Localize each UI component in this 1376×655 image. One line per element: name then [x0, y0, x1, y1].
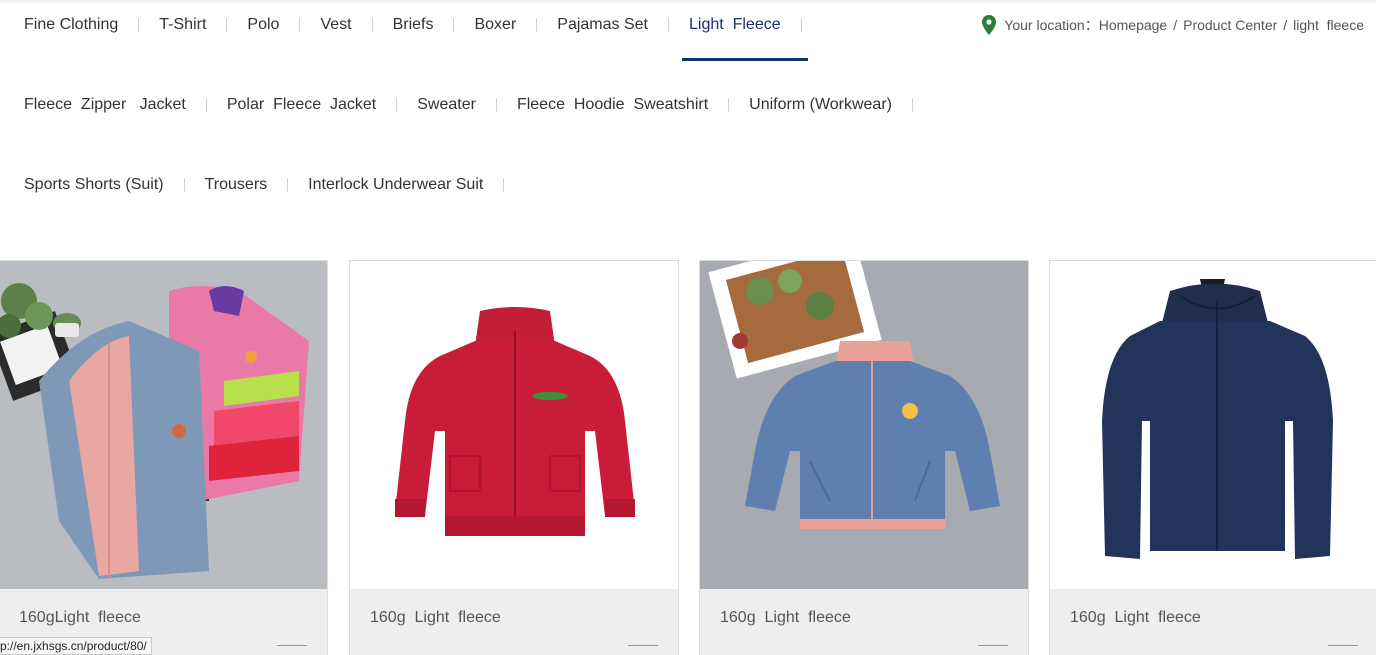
divider [495, 98, 497, 112]
product-caption: 160g Light fleece [350, 589, 678, 655]
divider [453, 18, 455, 32]
category-briefs[interactable]: Briefs [393, 16, 475, 34]
breadcrumb-product-center[interactable]: Product Center [1183, 17, 1277, 33]
product-title: 160g Light fleece [1070, 609, 1201, 626]
product-title: 160g Light fleece [720, 609, 851, 626]
category-uniform-workwear[interactable]: Uniform (Workwear) [749, 96, 933, 114]
divider [287, 178, 289, 192]
breadcrumb: Your location： Homepage / Product Center… [982, 14, 1364, 36]
product-title: 160g Light fleece [370, 609, 501, 626]
category-label: Trousers [204, 176, 268, 193]
category-boxer[interactable]: Boxer [474, 16, 557, 34]
product-card[interactable]: 160gLight fleece [0, 260, 328, 655]
category-vest[interactable]: Vest [320, 16, 392, 34]
breadcrumb-separator: / [1173, 17, 1178, 33]
product-card[interactable]: 160g Light fleece [349, 260, 679, 655]
divider [396, 98, 398, 112]
more-dash [978, 645, 1008, 646]
category-label: T-Shirt [159, 16, 207, 33]
divider [371, 18, 373, 32]
divider [911, 98, 913, 112]
category-nav-row-3: Sports Shorts (Suit) Trousers Interlock … [0, 170, 960, 200]
category-polo[interactable]: Polo [247, 16, 320, 34]
product-image-blue-fleece-jacket [700, 261, 1028, 589]
category-polar-fleece-jacket[interactable]: Polar Fleece Jacket [227, 96, 417, 114]
divider [205, 98, 207, 112]
category-pajamas-set[interactable]: Pajamas Set [557, 16, 689, 34]
category-fleece-hoodie-sweatshirt[interactable]: Fleece Hoodie Sweatshirt [517, 96, 749, 114]
category-trousers[interactable]: Trousers [205, 176, 309, 194]
divider [299, 18, 301, 32]
product-card[interactable]: 160g Light fleece [699, 260, 1029, 655]
category-label: Boxer [474, 16, 517, 33]
location-pin-icon [982, 15, 997, 35]
category-label: Polo [247, 16, 280, 33]
category-label: Sports Shorts (Suit) [24, 176, 164, 193]
breadcrumb-label: Your location： [1004, 17, 1099, 33]
divider [800, 18, 802, 32]
divider [138, 18, 140, 32]
category-fine-clothing[interactable]: Fine Clothing [24, 16, 159, 34]
category-label: Briefs [392, 16, 434, 33]
product-image-red-fleece-jacket [350, 261, 678, 589]
category-nav-row-2: Fleece Zipper Jacket Polar Fleece Jacket… [0, 90, 960, 120]
top-shadow [0, 0, 1376, 4]
product-caption: 160g Light fleece [700, 589, 1028, 655]
category-interlock-underwear-suit[interactable]: Interlock Underwear Suit [308, 176, 524, 194]
category-label: Sweater [417, 96, 476, 113]
product-title: 160gLight fleece [19, 609, 141, 626]
more-dash [277, 645, 307, 646]
category-nav-row-1: Fine Clothing T-Shirt Polo Vest Briefs B… [0, 10, 960, 61]
breadcrumb-homepage[interactable]: Homepage [1099, 17, 1168, 33]
category-label: Uniform (Workwear) [749, 96, 892, 113]
breadcrumb-light-fleece[interactable]: light fleece [1293, 17, 1364, 33]
category-label: Pajamas Set [557, 16, 648, 33]
divider [728, 98, 730, 112]
more-dash [1328, 645, 1358, 646]
category-fleece-zipper-jacket[interactable]: Fleece Zipper Jacket [24, 96, 227, 114]
breadcrumb-separator: / [1283, 17, 1288, 33]
category-label: Interlock Underwear Suit [308, 176, 484, 193]
divider [503, 178, 505, 192]
category-label: Fleece Hoodie Sweatshirt [516, 96, 709, 113]
divider [668, 18, 669, 32]
product-card[interactable]: 160g Light fleece [1049, 260, 1376, 655]
category-label: Fleece Zipper Jacket [24, 96, 186, 113]
product-image-navy-fleece-hoodie [1050, 261, 1376, 589]
category-label: Vest [320, 16, 352, 33]
category-sweater[interactable]: Sweater [417, 96, 517, 114]
more-dash [628, 645, 658, 646]
divider [183, 178, 185, 192]
category-label: Polar Fleece Jacket [226, 96, 377, 113]
divider [536, 18, 538, 32]
category-sports-shorts-suit[interactable]: Sports Shorts (Suit) [24, 176, 205, 194]
status-bar-url: p://en.jxhsgs.cn/product/80/ [0, 637, 152, 655]
category-label: Light Fleece [689, 16, 781, 33]
category-label: Fine Clothing [24, 16, 119, 33]
category-light-fleece[interactable]: Light Fleece [682, 16, 822, 61]
divider [226, 18, 228, 32]
product-caption: 160g Light fleece [1050, 589, 1376, 655]
product-image-fleece-vests [0, 261, 327, 589]
category-t-shirt[interactable]: T-Shirt [159, 16, 247, 34]
